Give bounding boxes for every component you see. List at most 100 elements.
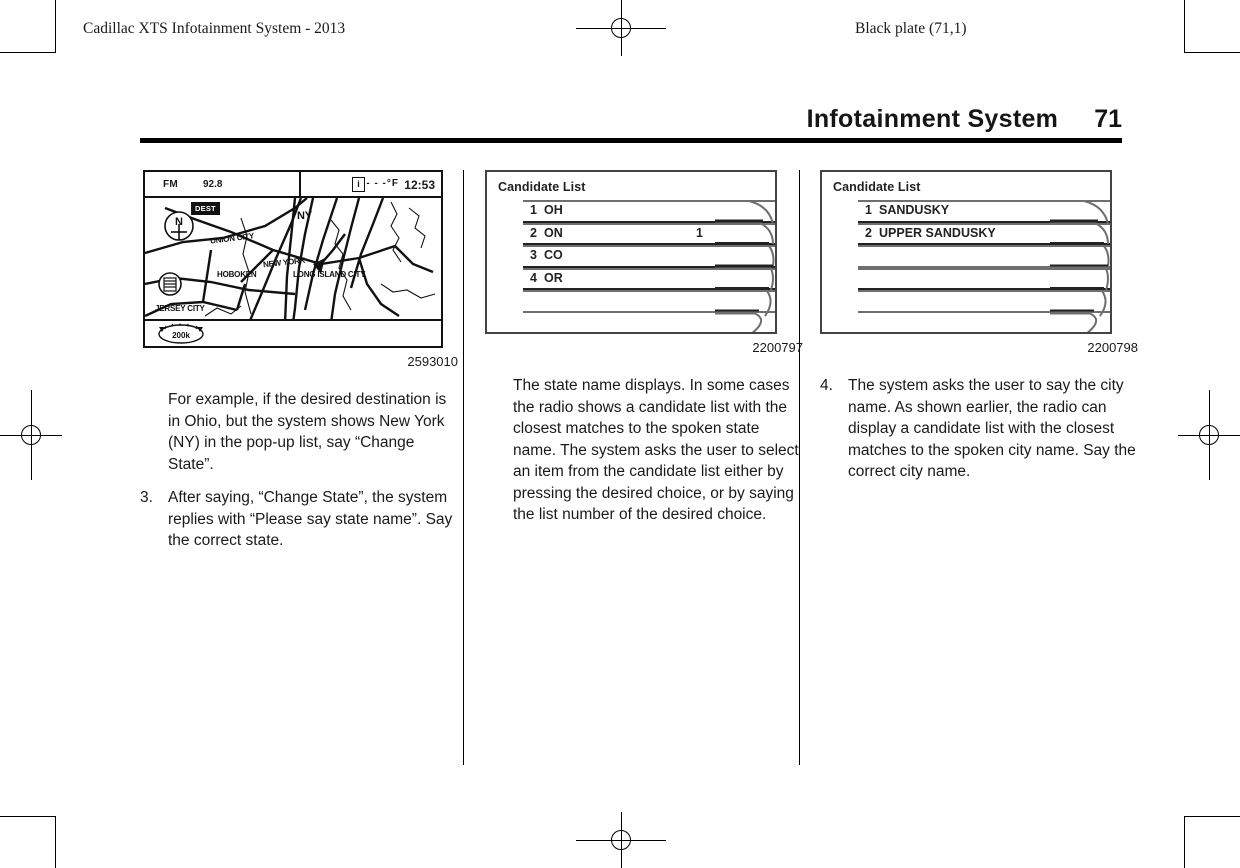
candidate-row-index: 2	[865, 225, 872, 240]
candidate-row-index: 1	[530, 203, 537, 217]
map-scale-gauge: 200k	[153, 323, 209, 344]
map-label-jersey-city: JERSEY CITY	[155, 304, 205, 313]
row-rule-top	[523, 245, 775, 247]
row-rule-top	[858, 290, 1110, 292]
paragraph-text: The state name displays. In some cases t…	[513, 377, 799, 523]
candidate-row-index: 3	[530, 248, 537, 262]
candidate-row-empty[interactable]	[822, 245, 1110, 268]
candidate-row[interactable]: 2 UPPER SANDUSKY	[822, 222, 1110, 245]
paragraph: 3. After saying, “Change State”, the sys…	[140, 487, 458, 552]
row-rule-top	[858, 200, 1110, 202]
nav-bottom-bar: 200k	[145, 319, 441, 346]
figure-candidate-list-states: Candidate List 1 OH 2 ON 1 3 CO 4 OR 220…	[485, 170, 803, 355]
column-1-body: For example, if the desired destination …	[140, 389, 458, 552]
row-rule-top	[523, 222, 775, 225]
row-rule-top	[858, 222, 1110, 225]
svg-text:N: N	[175, 216, 183, 228]
nav-screen[interactable]: FM 92.8 i - - -°F 12:53 UNION CITY NEW Y…	[143, 170, 443, 348]
candidate-row[interactable]: 3 CO	[487, 245, 775, 268]
candidate-row-empty[interactable]	[822, 267, 1110, 290]
candidate-row-label: OH	[544, 203, 563, 217]
page-title-rule	[140, 138, 1122, 143]
candidate-row-text: 1 SANDUSKY	[865, 203, 949, 217]
paragraph-text: For example, if the desired destination …	[168, 391, 447, 473]
candidate-row[interactable]: 1 OH	[487, 200, 775, 223]
candidate-list-screen[interactable]: Candidate List 1 OH 2 ON 1 3 CO 4 OR	[485, 170, 777, 334]
map-canvas[interactable]: UNION CITY NEW YORK HOBOKEN LONG ISLAND …	[145, 198, 441, 319]
candidate-row-empty[interactable]	[822, 290, 1110, 313]
info-icon[interactable]: i	[352, 177, 365, 192]
figure-caption: 2200797	[752, 340, 803, 355]
map-scale-label: 200k	[172, 331, 190, 340]
candidate-row-text: 2 ON	[530, 226, 563, 240]
candidate-row-label: ON	[544, 225, 563, 240]
paragraph-marker: 3.	[140, 489, 153, 506]
row-rule-top	[858, 245, 1110, 247]
crop-mark-bottom-right-vertical	[1184, 816, 1185, 868]
row-rule-top	[858, 267, 1110, 270]
running-head-right: Black plate (71,1)	[855, 20, 967, 37]
figure-navigation-map: FM 92.8 i - - -°F 12:53 UNION CITY NEW Y…	[140, 170, 458, 369]
candidate-row-label: OR	[544, 270, 563, 285]
content-columns: FM 92.8 i - - -°F 12:53 UNION CITY NEW Y…	[140, 170, 1138, 770]
candidate-row[interactable]: 1 SANDUSKY	[822, 200, 1110, 223]
map-label-hoboken: HOBOKEN	[217, 270, 257, 279]
candidate-list-screen[interactable]: Candidate List 1 SANDUSKY 2 UPPER SANDUSKY	[820, 170, 1112, 334]
column-divider-1	[463, 170, 464, 765]
crop-mark-top-left-horizontal	[0, 52, 56, 53]
candidate-row-label: CO	[544, 248, 563, 262]
column-2-body: The state name displays. In some cases t…	[485, 375, 803, 526]
paragraph: 4. The system asks the user to say the c…	[820, 375, 1138, 483]
registration-mark-right	[1178, 390, 1240, 480]
candidate-list-title: Candidate List	[833, 180, 921, 194]
jersey-city-poi-icon	[158, 272, 182, 296]
radio-band-label: FM	[163, 179, 179, 190]
paragraph-marker: 4.	[820, 377, 833, 394]
page-title: Infotainment System	[806, 105, 1059, 133]
candidate-row-text: 2 UPPER SANDUSKY	[865, 226, 996, 240]
row-rule-top	[523, 200, 775, 202]
candidate-row[interactable]: 4 OR	[487, 267, 775, 290]
candidate-row-right-value: 1	[696, 225, 703, 240]
registration-mark-bottom	[576, 812, 666, 868]
column-1: FM 92.8 i - - -°F 12:53 UNION CITY NEW Y…	[140, 170, 458, 770]
registration-mark-left	[0, 390, 62, 480]
crop-mark-bottom-left-horizontal	[0, 816, 56, 817]
temperature-label: - - -°F	[366, 178, 399, 189]
radio-frequency-label: 92.8	[203, 179, 223, 190]
crop-mark-top-left-vertical	[55, 0, 56, 52]
row-rule-top	[523, 290, 775, 292]
page-number: 71	[1094, 105, 1122, 133]
candidate-row-index: 1	[865, 203, 872, 217]
figure-caption: 2593010	[407, 354, 458, 369]
candidate-row-empty[interactable]	[487, 290, 775, 313]
paragraph: The state name displays. In some cases t…	[485, 375, 803, 526]
candidate-row-text: 1 OH	[530, 203, 563, 217]
candidate-list-rows: 1 OH 2 ON 1 3 CO 4 OR	[487, 200, 775, 313]
candidate-list-rows: 1 SANDUSKY 2 UPPER SANDUSKY	[822, 200, 1110, 313]
paragraph-text: After saying, “Change State”, the system…	[168, 489, 453, 549]
paragraph-text: The system asks the user to say the city…	[848, 377, 1136, 480]
row-rule-bottom	[858, 310, 1110, 313]
dest-button[interactable]: DEST	[191, 202, 220, 215]
column-3-body: 4. The system asks the user to say the c…	[820, 375, 1138, 483]
figure-candidate-list-cities: Candidate List 1 SANDUSKY 2 UPPER SANDUSKY	[820, 170, 1138, 355]
running-head-left: Cadillac XTS Infotainment System - 2013	[83, 20, 346, 37]
candidate-row-index: 2	[530, 225, 537, 240]
map-label-long-island-city: LONG ISLAND CITY	[293, 270, 366, 279]
candidate-row[interactable]: 2 ON 1	[487, 222, 775, 245]
crop-mark-top-right-vertical	[1184, 0, 1185, 52]
column-2: Candidate List 1 OH 2 ON 1 3 CO 4 OR 220…	[485, 170, 803, 770]
column-3: Candidate List 1 SANDUSKY 2 UPPER SANDUSKY	[820, 170, 1138, 770]
candidate-row-text: 4 OR	[530, 271, 563, 285]
candidate-row-text: 3 CO	[530, 248, 563, 262]
candidate-row-label: UPPER SANDUSKY	[879, 225, 996, 240]
crop-mark-bottom-left-vertical	[55, 816, 56, 868]
nav-status-bar: FM 92.8 i - - -°F 12:53	[145, 172, 441, 198]
crop-mark-top-right-horizontal	[1184, 52, 1240, 53]
paragraph: For example, if the desired destination …	[140, 389, 458, 475]
registration-mark-top	[576, 0, 666, 56]
row-rule-bottom	[523, 310, 775, 313]
page-header: Infotainment System 71	[140, 100, 1122, 144]
candidate-list-title: Candidate List	[498, 180, 586, 194]
